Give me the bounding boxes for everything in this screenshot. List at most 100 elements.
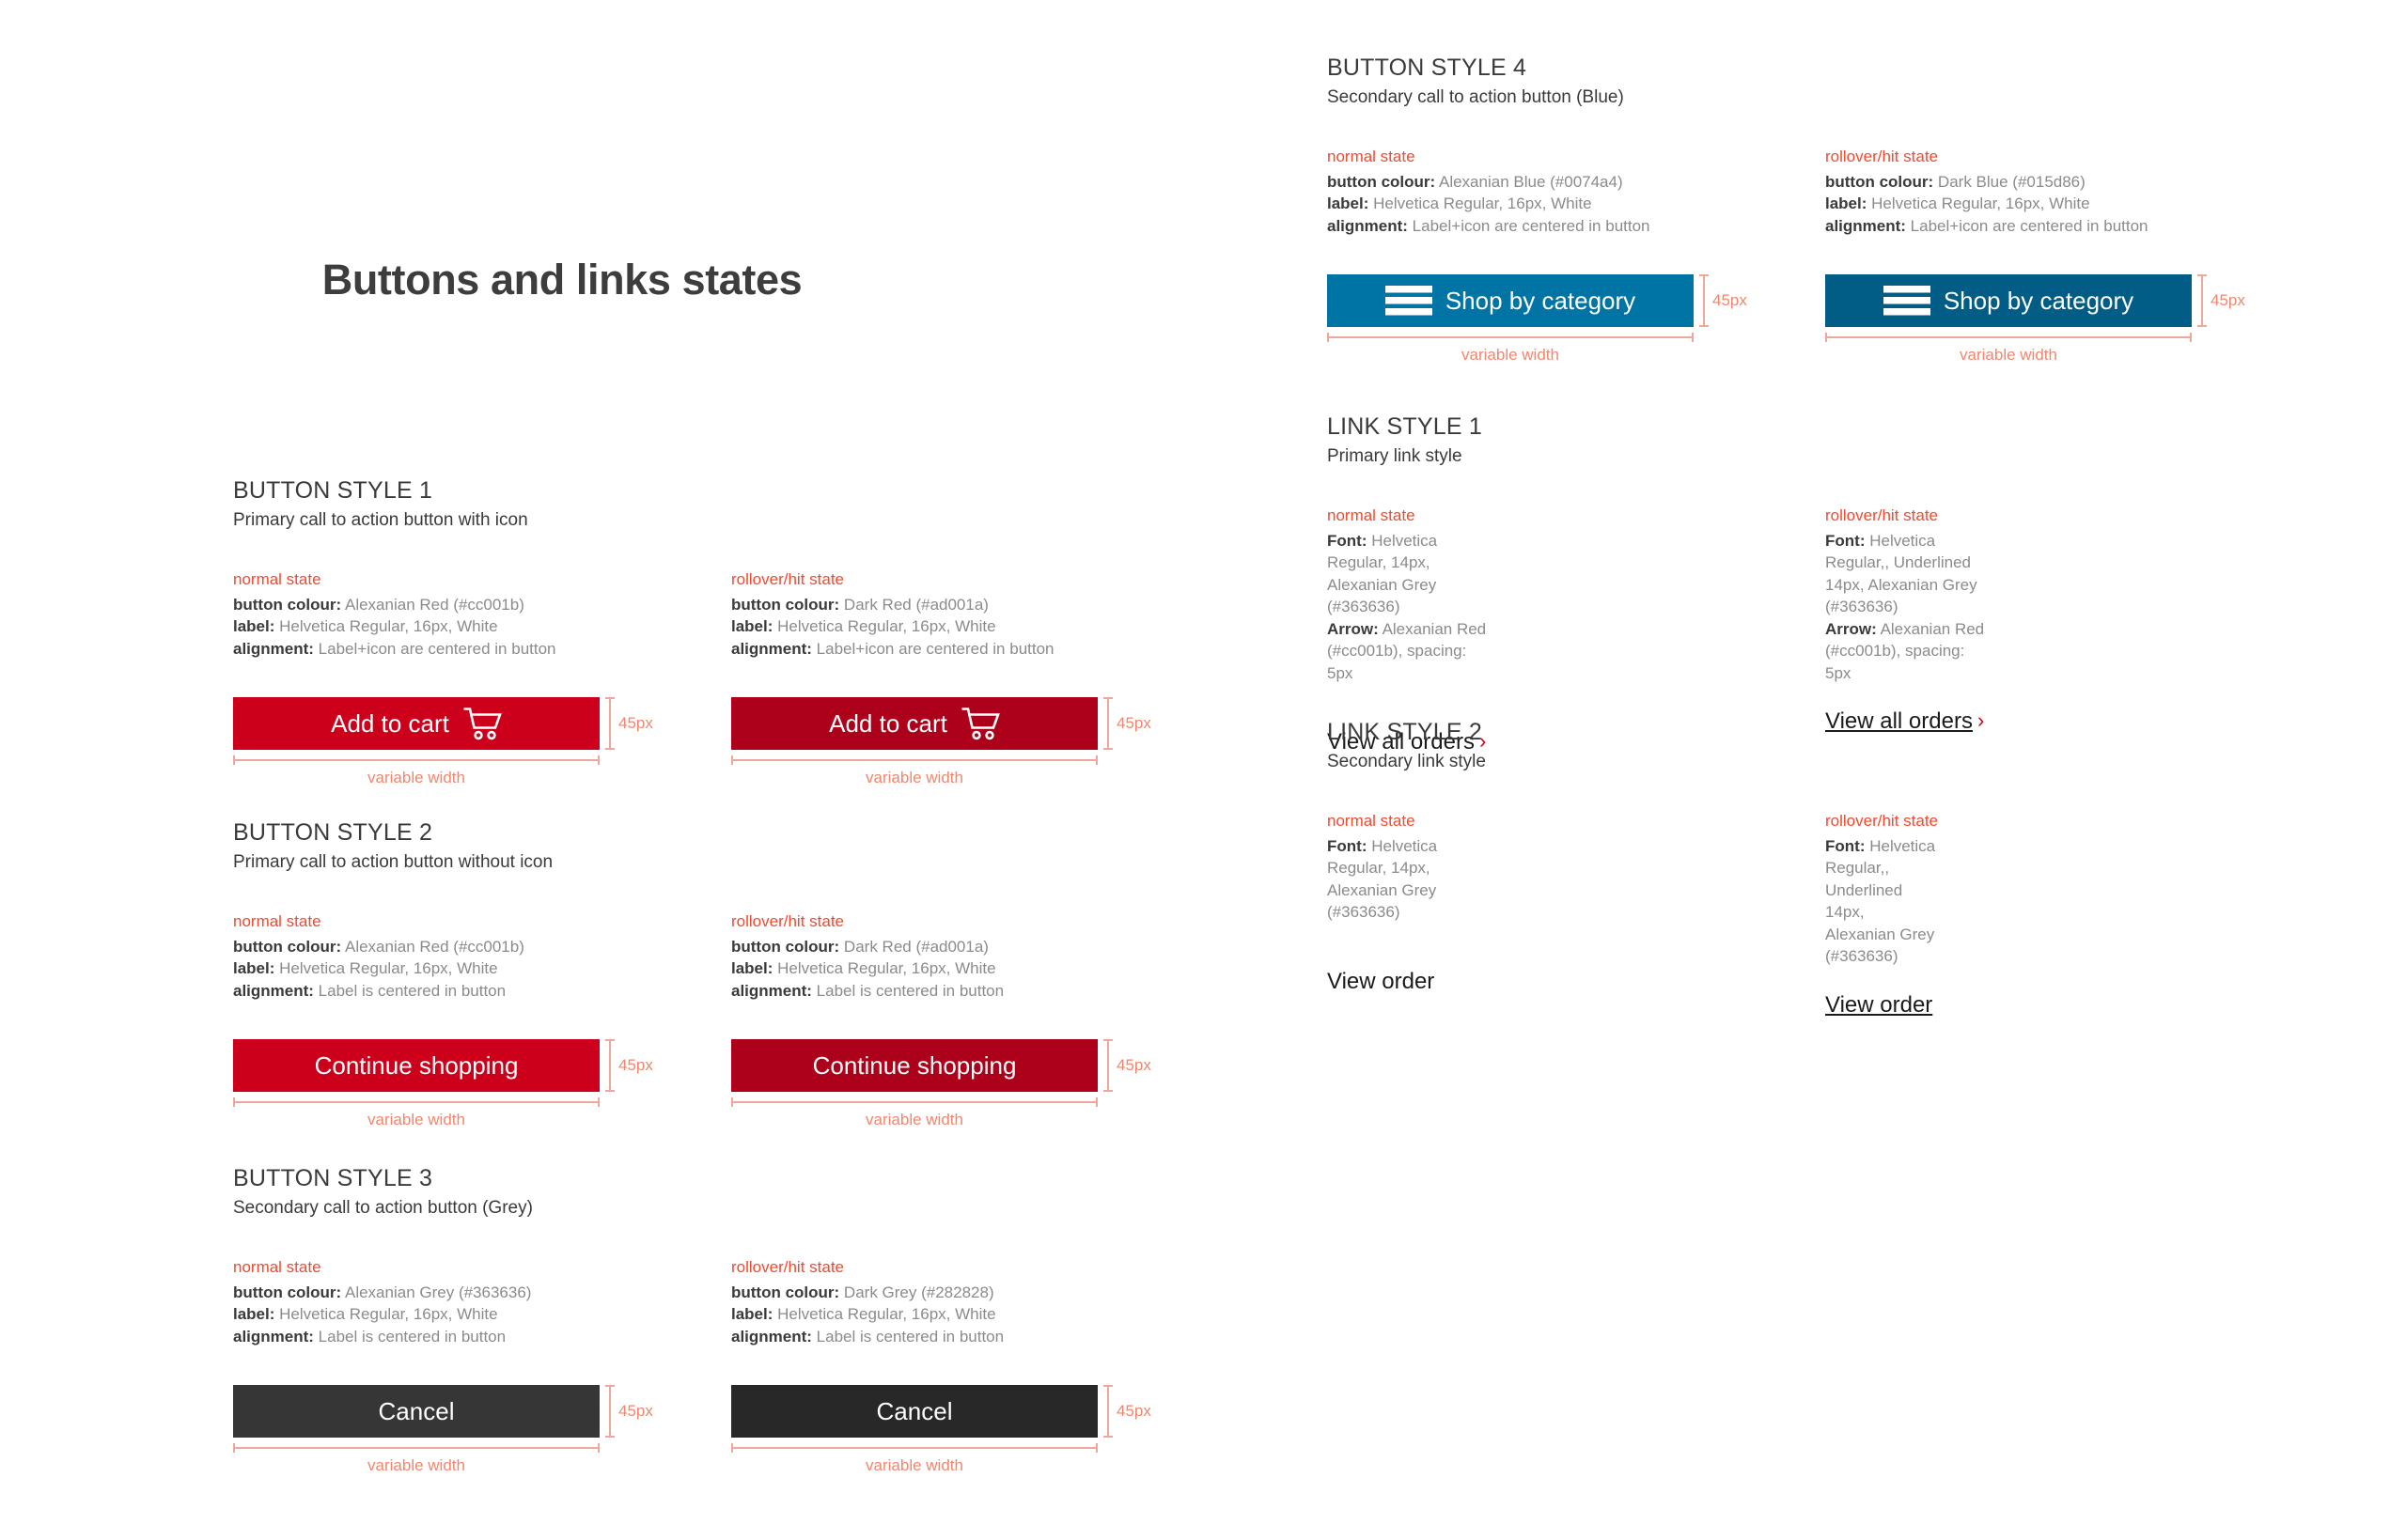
- spec-font: Font: Helvetica Regular,, Underlined 14p…: [1825, 530, 1984, 618]
- section-button-style-3: BUTTON STYLE 3 Secondary call to action …: [233, 1165, 1151, 1540]
- spec-key: Arrow:: [1327, 619, 1379, 638]
- link-label: View order: [1327, 968, 1435, 994]
- button-label: Cancel: [876, 1396, 953, 1425]
- cancel-button[interactable]: Cancel: [233, 1385, 600, 1439]
- height-annotation-label: 45px: [1117, 1402, 1151, 1421]
- height-annotation-label: 45px: [618, 1056, 653, 1075]
- spec-column-normal: normal state button colour: Alexanian Re…: [233, 570, 653, 786]
- cancel-button-hover[interactable]: Cancel: [731, 1385, 1098, 1439]
- spec-column-rollover: rollover/hit state Font: Helvetica Regul…: [1825, 812, 1938, 1019]
- height-annotation: 45px: [1699, 274, 1747, 328]
- measure-line-vertical: [1699, 274, 1709, 328]
- spec-label: label: Helvetica Regular, 16px, White: [731, 1303, 1098, 1325]
- view-order-link-hover[interactable]: View order: [1825, 992, 1932, 1019]
- button-label: Cancel: [378, 1396, 455, 1425]
- spec-label: label: Helvetica Regular, 16px, White: [233, 615, 600, 637]
- spec-key: label:: [731, 1305, 773, 1324]
- spec-column-rollover: rollover/hit state button colour: Dark G…: [731, 1258, 1151, 1474]
- continue-shopping-button-hover[interactable]: Continue shopping: [731, 1039, 1098, 1093]
- spec-value: Helvetica Regular, 16px, White: [773, 959, 996, 978]
- spec-value: Dark Red (#ad001a): [839, 938, 989, 956]
- height-annotation-label: 45px: [1712, 291, 1747, 310]
- spec-column-normal: normal state button colour: Alexanian Bl…: [1327, 148, 1747, 364]
- spec-key: alignment:: [233, 981, 314, 1000]
- spec-column-rollover: rollover/hit state button colour: Dark R…: [731, 570, 1151, 786]
- state-label-normal: normal state: [233, 1258, 321, 1276]
- width-annotation: variable width: [731, 755, 1098, 787]
- spec-key: Arrow:: [1825, 619, 1877, 638]
- width-annotation: variable width: [233, 755, 600, 787]
- spec-button-colour: button colour: Alexanian Red (#cc001b): [233, 936, 600, 957]
- spec-key: label:: [233, 1305, 275, 1324]
- spec-value: Alexanian Red (#cc001b): [341, 596, 524, 614]
- measure-line-horizontal: [1327, 333, 1694, 343]
- shop-by-category-button-hover[interactable]: Shop by category: [1825, 274, 2192, 328]
- spec-key: button colour:: [731, 938, 840, 956]
- spec-key: alignment:: [233, 1327, 314, 1346]
- state-label-rollover: rollover/hit state: [1825, 812, 1938, 830]
- add-to-cart-button[interactable]: Add to cart: [233, 697, 600, 751]
- spec-key: button colour:: [731, 596, 840, 614]
- section-title: BUTTON STYLE 2: [233, 819, 433, 846]
- button-label: Add to cart: [331, 708, 449, 738]
- spec-value: Helvetica Regular, 16px, White: [274, 1305, 498, 1324]
- spec-value: Label is centered in button: [811, 981, 1005, 1000]
- spec-key: label:: [731, 617, 773, 636]
- height-annotation-label: 45px: [618, 714, 653, 733]
- spec-value: Helvetica Regular, 16px, White: [1368, 194, 1592, 213]
- measure-line-vertical: [1103, 1385, 1113, 1439]
- spec-key: button colour:: [1825, 173, 1934, 191]
- button-label: Shop by category: [1943, 286, 2134, 315]
- view-order-link[interactable]: View order: [1327, 969, 1434, 995]
- button-label: Continue shopping: [812, 1050, 1017, 1080]
- section-subtitle: Secondary call to action button (Grey): [233, 1198, 533, 1218]
- spec-value: Dark Grey (#282828): [839, 1283, 994, 1301]
- spec-label: label: Helvetica Regular, 16px, White: [1825, 193, 2192, 214]
- spec-label: label: Helvetica Regular, 16px, White: [731, 615, 1098, 637]
- height-annotation: 45px: [605, 697, 653, 751]
- spec-column-normal: normal state Font: Helvetica Regular, 14…: [1327, 812, 1486, 995]
- height-annotation-label: 45px: [618, 1402, 653, 1421]
- section-title: LINK STYLE 1: [1327, 413, 1482, 440]
- spec-key: alignment:: [1825, 216, 1906, 235]
- section-title: BUTTON STYLE 1: [233, 477, 433, 504]
- spec-label: label: Helvetica Regular, 16px, White: [1327, 193, 1694, 214]
- spec-value: Label+icon are centered in button: [313, 639, 556, 658]
- spec-key: alignment:: [731, 639, 812, 658]
- section-subtitle: Secondary call to action button (Blue): [1327, 87, 1624, 107]
- section-button-style-4: BUTTON STYLE 4 Secondary call to action …: [1327, 54, 2245, 429]
- spec-value: Helvetica Regular, 16px, White: [274, 959, 498, 978]
- spec-button-colour: button colour: Dark Grey (#282828): [731, 1282, 1098, 1303]
- spec-key: label:: [1825, 194, 1867, 213]
- hamburger-icon: [1384, 285, 1432, 317]
- height-annotation: 45px: [2197, 274, 2245, 328]
- width-annotation: variable width: [1327, 333, 1694, 365]
- spec-key: alignment:: [1327, 216, 1408, 235]
- view-all-orders-link-hover[interactable]: View all orders ›: [1825, 708, 1984, 735]
- continue-shopping-button[interactable]: Continue shopping: [233, 1039, 600, 1093]
- spec-value: Helvetica Regular,, Underlined 14px, Ale…: [1825, 837, 1936, 966]
- spec-key: button colour:: [233, 1283, 342, 1301]
- spec-key: Font:: [1327, 837, 1367, 855]
- spec-label: label: Helvetica Regular, 16px, White: [233, 957, 600, 979]
- link-label: View all orders: [1825, 708, 1973, 735]
- state-label-normal: normal state: [1327, 506, 1415, 524]
- spec-key: label:: [233, 617, 275, 636]
- spec-value: Alexanian Grey (#363636): [341, 1283, 532, 1301]
- spec-alignment: alignment: Label is centered in button: [731, 980, 1098, 1002]
- spec-alignment: alignment: Label is centered in button: [233, 1326, 600, 1347]
- state-label-rollover: rollover/hit state: [731, 912, 844, 930]
- width-annotation-label: variable width: [1960, 346, 2057, 365]
- spec-label: label: Helvetica Regular, 16px, White: [731, 957, 1098, 979]
- spec-arrow: Arrow: Alexanian Red (#cc001b), spacing:…: [1327, 618, 1486, 684]
- shop-by-category-button[interactable]: Shop by category: [1327, 274, 1694, 328]
- add-to-cart-button-hover[interactable]: Add to cart: [731, 697, 1098, 751]
- spec-value: Label is centered in button: [313, 981, 507, 1000]
- spec-key: label:: [233, 959, 275, 978]
- width-annotation-label: variable width: [866, 1111, 963, 1129]
- state-label-rollover: rollover/hit state: [1825, 506, 1938, 524]
- state-label-normal: normal state: [233, 912, 321, 930]
- section-subtitle: Primary call to action button without ic…: [233, 852, 554, 872]
- spec-button-colour: button colour: Alexanian Blue (#0074a4): [1327, 171, 1694, 193]
- spec-value: Helvetica Regular, 16px, White: [773, 1305, 996, 1324]
